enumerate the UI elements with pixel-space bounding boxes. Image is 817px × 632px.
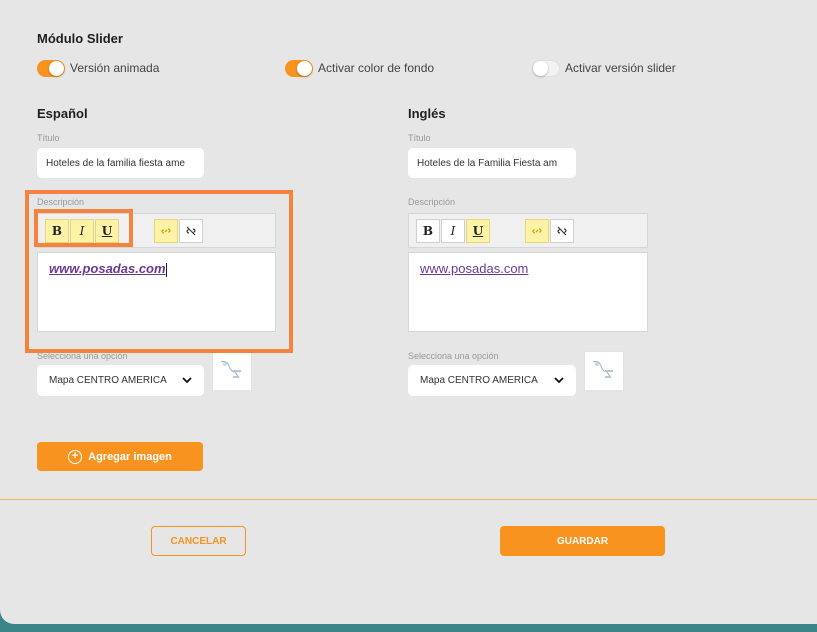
bold-button[interactable]: B	[416, 218, 440, 243]
background-color-toggle[interactable]	[285, 59, 313, 77]
spanish-select-value: Mapa CENTRO AMERICA	[49, 375, 167, 386]
link-icon[interactable]	[525, 218, 549, 243]
english-heading: Inglés	[408, 106, 446, 121]
english-select-value: Mapa CENTRO AMERICA	[420, 375, 538, 386]
english-map-select[interactable]: Mapa CENTRO AMERICA	[408, 365, 576, 396]
chevron-down-icon	[182, 377, 192, 384]
toggle-row-slider: Activar versión slider	[532, 59, 676, 77]
english-description-label: Descripción	[408, 197, 456, 207]
english-editor-toolbar: B I U	[408, 213, 648, 248]
slider-module-panel: Módulo Slider Versión animada Activar co…	[0, 0, 817, 624]
chevron-down-icon	[554, 377, 564, 384]
add-image-button[interactable]: + Agregar imagen	[37, 442, 203, 471]
animated-version-toggle[interactable]	[37, 59, 65, 77]
toggle-row-bgcolor: Activar color de fondo	[285, 59, 434, 77]
underline-button[interactable]: U	[466, 218, 490, 243]
format-buttons-highlight-frame	[34, 209, 133, 247]
module-title: Módulo Slider	[37, 31, 123, 46]
spanish-map-select[interactable]: Mapa CENTRO AMERICA	[37, 365, 204, 396]
footer-divider	[0, 499, 817, 500]
slider-version-toggle[interactable]	[532, 59, 560, 77]
english-select-label: Selecciona una opción	[408, 351, 499, 361]
toggle-row-animated: Versión animada	[37, 59, 159, 77]
animated-version-label: Versión animada	[70, 61, 160, 75]
english-title-input[interactable]: Hoteles de la Familia Fiesta am	[408, 148, 576, 178]
background-color-label: Activar color de fondo	[318, 61, 435, 75]
plus-circle-icon: +	[68, 449, 83, 464]
spanish-title-input[interactable]: Hoteles de la familia fiesta ame	[37, 148, 204, 178]
english-description-link[interactable]: www.posadas.com	[420, 261, 528, 276]
spanish-heading: Español	[37, 106, 88, 121]
english-map-thumbnail	[584, 351, 624, 391]
unlink-icon[interactable]	[550, 218, 574, 243]
english-title-label: Título	[408, 133, 431, 143]
spanish-map-thumbnail	[212, 351, 252, 391]
english-description-editor[interactable]: www.posadas.com	[408, 252, 648, 332]
italic-button[interactable]: I	[441, 218, 465, 243]
slider-version-label: Activar versión slider	[565, 61, 676, 75]
spanish-title-label: Título	[37, 133, 60, 143]
save-button[interactable]: GUARDAR	[500, 526, 665, 556]
add-image-label: Agregar imagen	[88, 450, 172, 463]
cancel-button[interactable]: CANCELAR	[151, 526, 246, 556]
